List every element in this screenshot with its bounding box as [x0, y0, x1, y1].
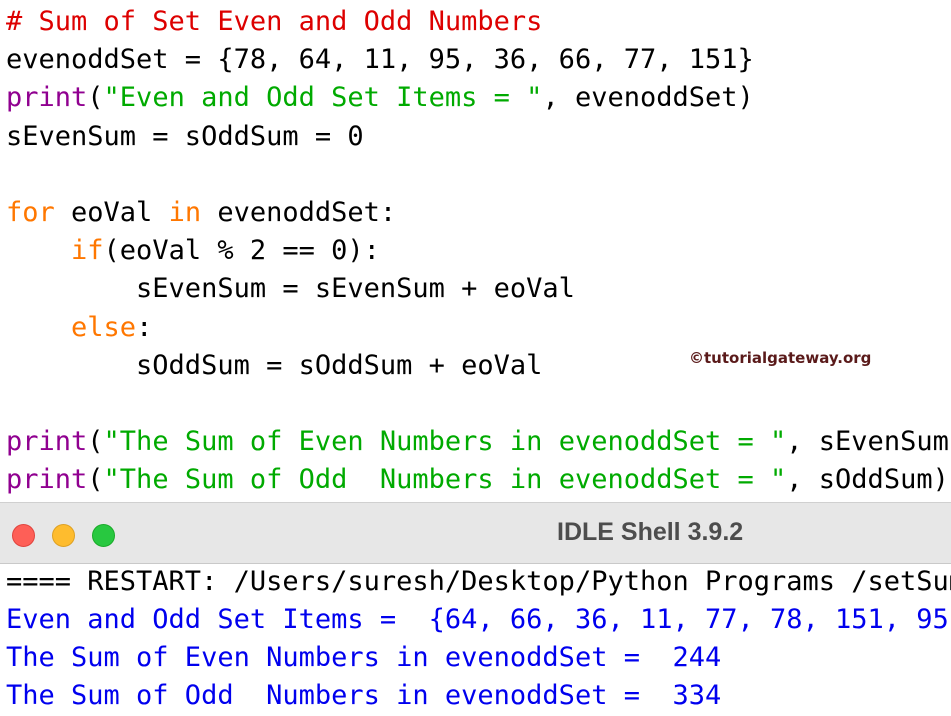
code-token: , sOddSum) — [786, 464, 949, 496]
code-line: sOddSum = sOddSum + eoVal — [6, 347, 542, 385]
code-token: "The Sum of Odd Numbers in evenoddSet = … — [103, 464, 787, 496]
code-token: for — [6, 197, 55, 228]
code-line: for eoVal in evenoddSet: — [6, 194, 396, 232]
code-line: sEvenSum = sOddSum = 0 — [6, 118, 364, 156]
code-token: else — [71, 311, 137, 343]
code-line: else: — [6, 309, 152, 347]
code-token: sOddSum = sOddSum + eoVal — [6, 349, 543, 381]
code-token: ( — [87, 464, 104, 496]
watermark-text: ©tutorialgateway.org — [689, 349, 872, 367]
code-token: (eoVal % 2 == 0): — [103, 235, 380, 267]
code-token: "The Sum of Even Numbers in evenoddSet =… — [103, 426, 787, 458]
code-token: evenoddSet = {78, 64, 11, 95, 36, 66, 77… — [6, 44, 754, 76]
output-line-odd-sum: The Sum of Odd Numbers in evenoddSet = 3… — [6, 680, 722, 711]
code-line: if(eoVal % 2 == 0): — [6, 232, 380, 270]
code-line: # Sum of Set Even and Odd Numbers — [6, 3, 542, 41]
code-token: if — [71, 235, 104, 267]
shell-output-area[interactable]: ==== RESTART: /Users/suresh/Desktop/Pyth… — [0, 564, 951, 716]
code-token: print — [6, 464, 88, 496]
code-token: eoVal — [54, 197, 169, 228]
code-line: print("Even and Odd Set Items = ", eveno… — [6, 79, 754, 117]
code-token: print — [6, 82, 88, 114]
close-window-button[interactable] — [12, 524, 35, 547]
code-token: ( — [87, 426, 104, 458]
code-token: ( — [87, 82, 104, 114]
minimize-window-button[interactable] — [52, 524, 75, 547]
code-token: "Even and Odd Set Items = " — [103, 82, 543, 114]
code-line: sEvenSum = sEvenSum + eoVal — [6, 270, 575, 308]
code-line: evenoddSet = {78, 64, 11, 95, 36, 66, 77… — [6, 41, 754, 79]
code-line: print("The Sum of Odd Numbers in evenodd… — [6, 461, 949, 499]
code-token: , sEvenSum) — [786, 426, 951, 458]
output-line-even-sum: The Sum of Even Numbers in evenoddSet = … — [6, 642, 722, 673]
window-title: IDLE Shell 3.9.2 — [557, 518, 744, 546]
code-token: evenoddSet: — [201, 197, 397, 228]
code-token: # Sum of Set Even and Odd Numbers — [6, 6, 543, 37]
code-editor[interactable]: # Sum of Set Even and Odd Numbers evenodd… — [0, 0, 951, 502]
code-token: sEvenSum = sOddSum = 0 — [6, 120, 364, 152]
code-token: sEvenSum = sEvenSum + eoVal — [6, 273, 575, 305]
shell-window-titlebar[interactable]: IDLE Shell 3.9.2 — [0, 502, 951, 564]
code-token: , evenoddSet) — [542, 82, 754, 114]
restart-line: ==== RESTART: /Users/suresh/Desktop/Pyth… — [6, 566, 951, 597]
code-token: print — [6, 426, 88, 458]
output-line-set-items: Even and Odd Set Items = {64, 66, 36, 11… — [6, 604, 951, 635]
code-line: print("The Sum of Even Numbers in evenod… — [6, 423, 951, 461]
code-token: in — [168, 197, 202, 228]
zoom-window-button[interactable] — [92, 524, 115, 547]
code-token: : — [136, 311, 153, 343]
